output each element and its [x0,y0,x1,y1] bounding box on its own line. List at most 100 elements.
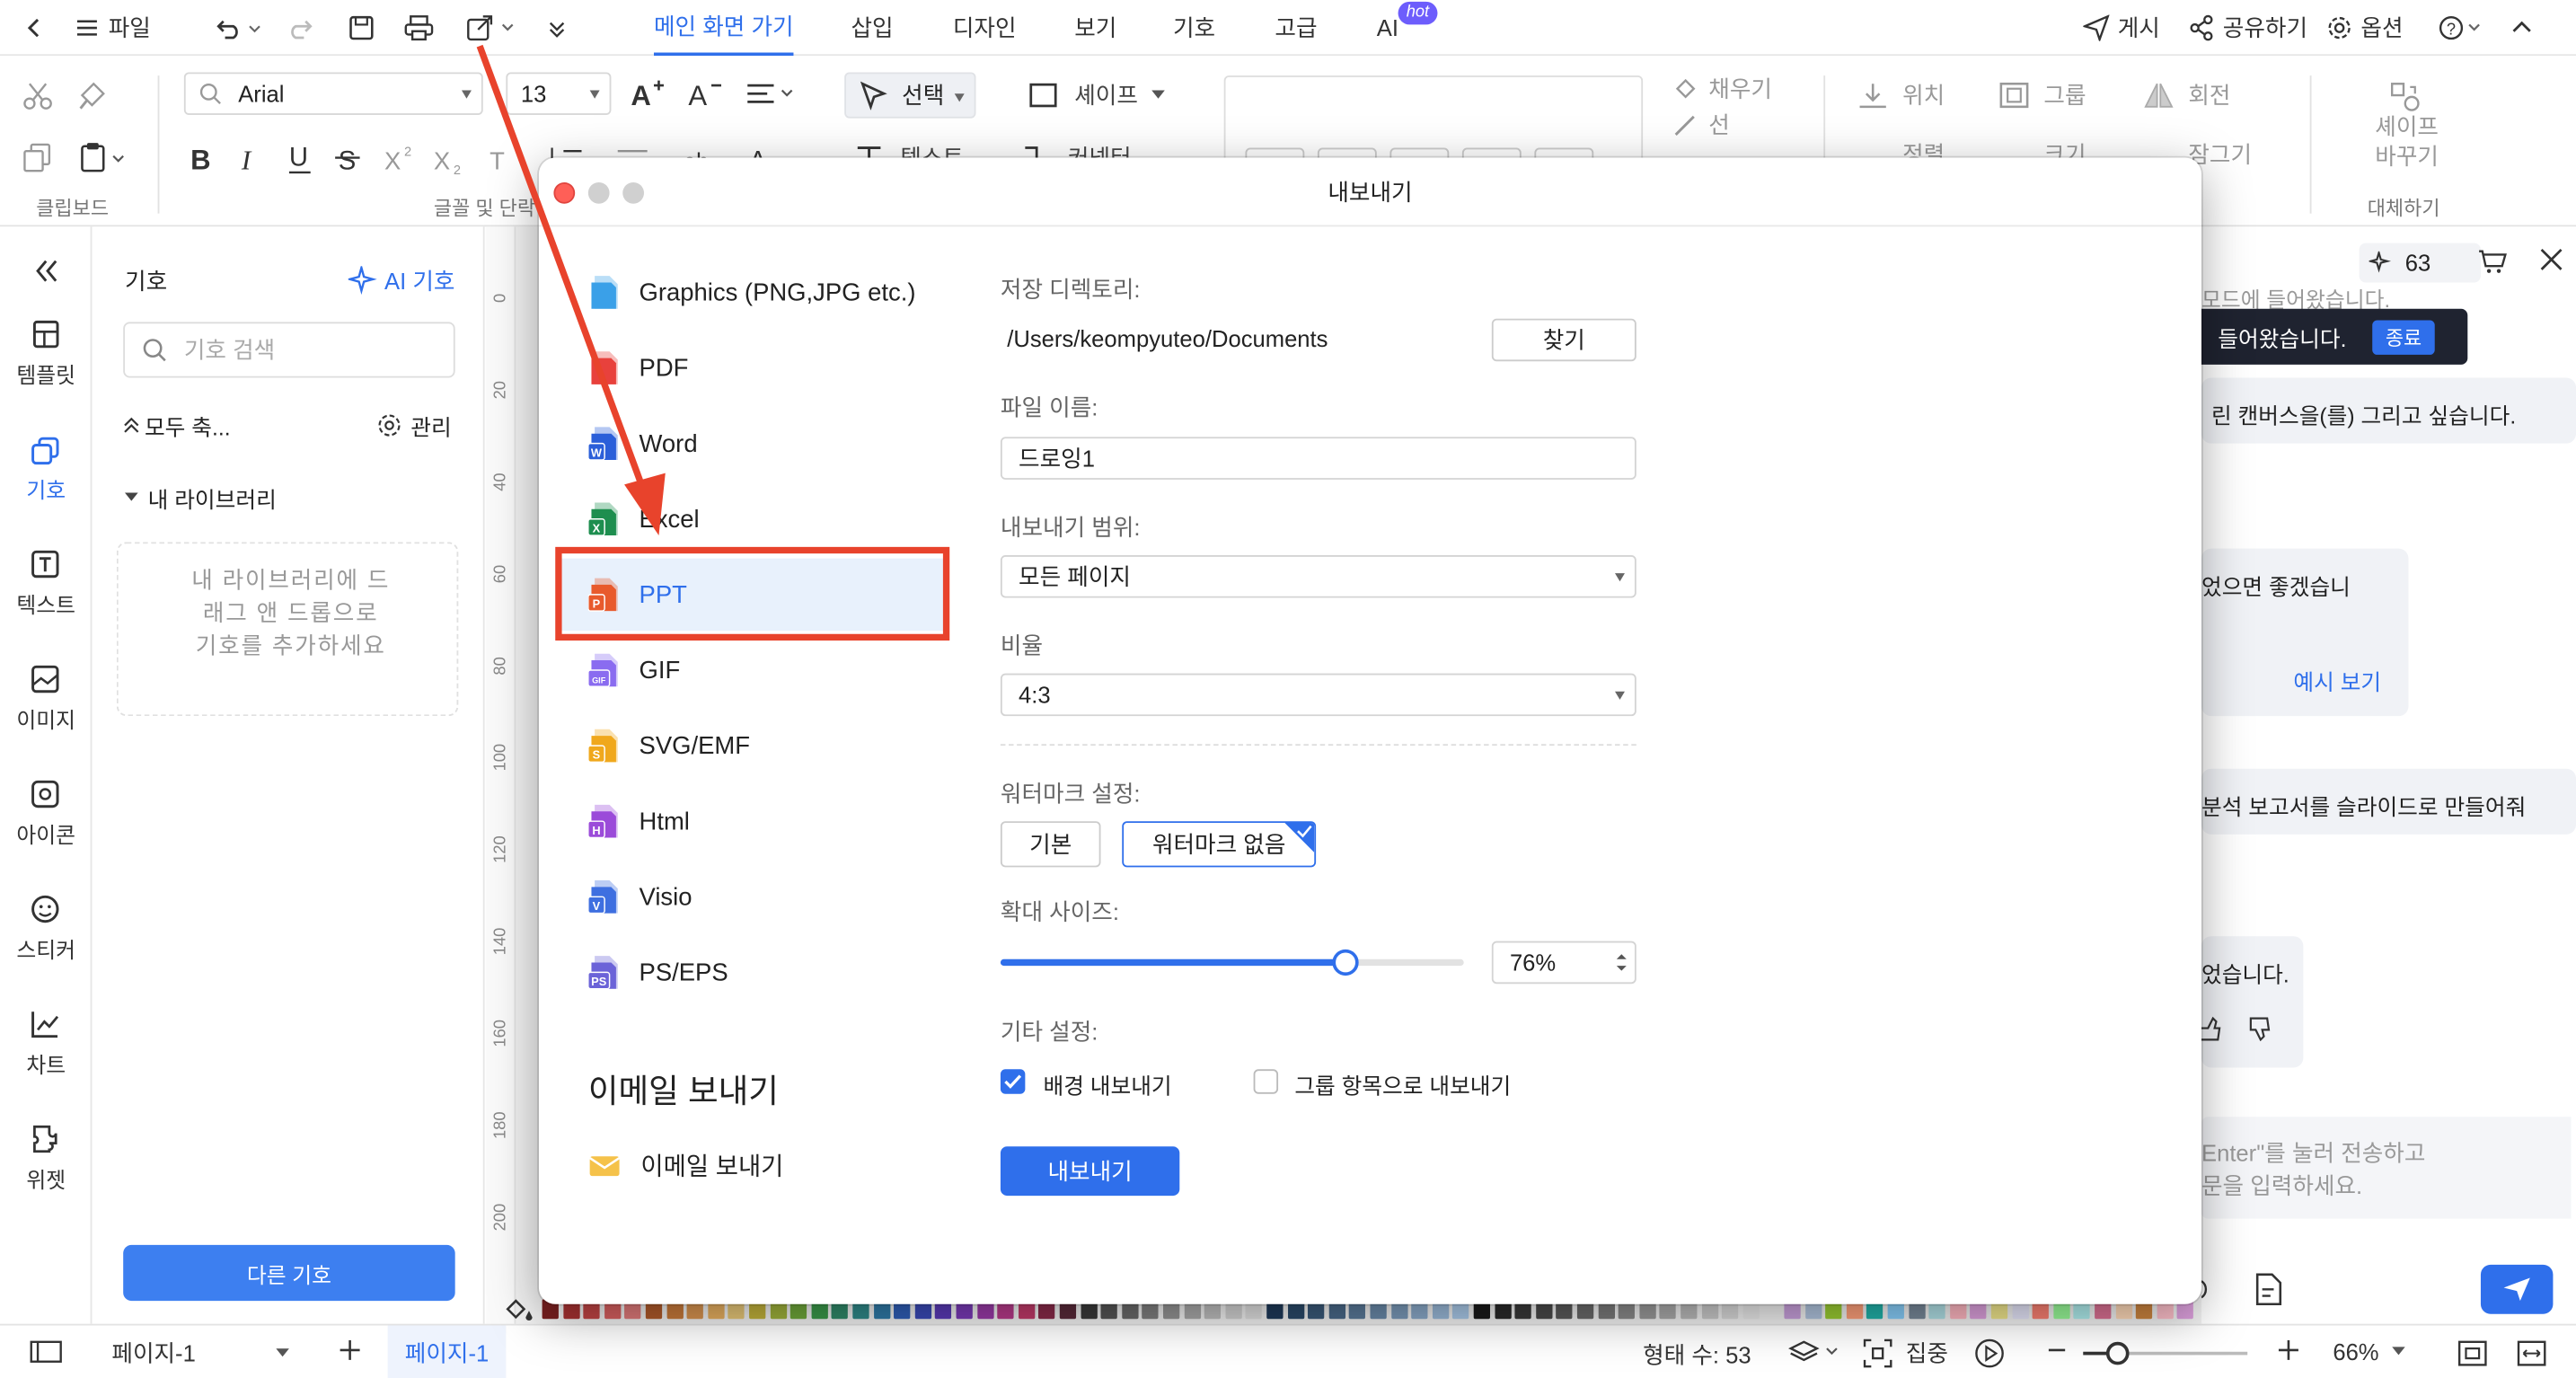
back-icon[interactable] [23,0,47,56]
document-icon[interactable] [2254,1273,2284,1306]
group-export-checkbox[interactable] [1253,1069,1279,1094]
play-icon[interactable] [1975,1338,2005,1368]
layers-icon[interactable] [1787,1338,1840,1365]
line-button[interactable]: 선 [1672,109,1730,142]
shape-tool-button[interactable]: 셰이프 [1028,79,1165,112]
zoom-size-handle[interactable] [1332,949,1359,976]
watermark-default-button[interactable]: 기본 [1000,821,1101,868]
format-item-svg-emf[interactable]: S SVG/EMF [555,710,946,782]
rail-item-widget[interactable]: 위젯 [0,1124,92,1195]
page-tab[interactable]: 페이지-1 [387,1325,507,1378]
ratio-select[interactable]: 4:3 [1000,673,1636,717]
zoom-out-icon[interactable] [2047,1338,2067,1362]
more-icon[interactable] [547,0,567,56]
format-item-word[interactable]: W Word [555,407,946,479]
format-item-ps-eps[interactable]: PS PS/EPS [555,936,946,1008]
filename-input[interactable]: 드로잉1 [1000,437,1636,480]
watermark-none-button[interactable]: 워터마크 없음 [1122,821,1317,868]
tab-5[interactable]: 고급 [1275,0,1317,56]
copy-icon[interactable] [22,141,55,174]
ai-symbol-button[interactable]: AI 기호 [348,264,454,297]
format-item-visio[interactable]: V Visio [555,861,946,932]
add-page-icon[interactable] [339,1338,362,1362]
export-button[interactable]: 내보내기 [1000,1146,1180,1197]
position-button[interactable]: 위치 [1857,79,1945,112]
tab-4[interactable]: 기호 [1173,0,1215,56]
save-icon[interactable] [348,0,375,56]
thumbs-up-icon[interactable] [2201,1015,2221,1041]
font-family-select[interactable]: Arial [183,72,483,115]
cart-icon[interactable] [2477,248,2507,274]
publish-button[interactable]: 게시 [2083,0,2160,56]
format-item-html[interactable]: H Html [555,785,946,857]
exit-mode-button[interactable]: 종료 [2372,320,2435,355]
increase-font-icon[interactable]: A [630,77,666,110]
stepper-icon[interactable] [1615,951,1628,975]
redo-icon[interactable] [289,0,315,56]
tab-1[interactable]: 삽입 [851,0,893,56]
options-button[interactable]: 옵션 [2326,0,2404,56]
rotate-button[interactable]: 회전 [2142,79,2230,112]
font-size-select[interactable]: 13 [506,72,612,115]
fullscreen-icon[interactable] [2517,1338,2546,1368]
print-icon[interactable] [404,0,434,56]
background-export-checkbox[interactable] [1000,1069,1026,1094]
tab-3[interactable]: 보기 [1074,0,1116,56]
tab-6[interactable]: AI [1377,0,1398,56]
collapse-all-button[interactable]: 모두 축... [123,409,231,442]
rail-item-symbol[interactable]: 기호 [0,434,92,505]
rail-item-text[interactable]: 텍스트 [0,549,92,620]
export-icon[interactable] [466,0,519,56]
zoom-select[interactable]: 66% [2333,1338,2405,1365]
more-symbols-button[interactable]: 다른 기호 [123,1244,455,1302]
page-layout-icon[interactable] [30,1340,63,1364]
example-link[interactable]: 예시 보기 [2293,664,2381,697]
symbol-search-input[interactable]: 기호 검색 [123,322,455,378]
send-button[interactable] [2480,1264,2554,1314]
format-item-excel[interactable]: X Excel [555,483,946,555]
page-select[interactable]: 페이지-1 [101,1335,296,1371]
chat-input[interactable]: Enter"를 눌러 전송하고 문을 입력하세요. [2201,1117,2572,1219]
rail-item-image[interactable]: 이미지 [0,664,92,735]
rail-item-chart[interactable]: 차트 [0,1009,92,1080]
fit-page-icon[interactable] [2457,1338,2487,1368]
format-painter-icon[interactable] [77,79,110,112]
manage-button[interactable]: 관리 [376,409,452,442]
browse-button[interactable]: 찾기 [1491,318,1636,362]
rail-item-icon[interactable]: 아이콘 [0,779,92,850]
select-tool-button[interactable]: 선택 [844,72,976,119]
rail-item-template[interactable]: 템플릿 [0,319,92,390]
my-library-toggle[interactable]: 내 라이브러리 [123,481,277,515]
email-export-item[interactable]: 이메일 보내기 [588,1148,783,1182]
fill-button[interactable]: 채우기 [1672,72,1772,105]
zoom-size-slider[interactable] [1000,949,1464,976]
paste-icon[interactable] [79,141,128,174]
replace-shape-icon[interactable] [2389,82,2422,111]
share-button[interactable]: 공유하기 [2188,0,2307,56]
format-item-ppt[interactable]: P PPT [555,558,947,632]
format-item-gif[interactable]: GIF GIF [555,634,946,706]
format-item-pdf[interactable]: PDF [555,331,946,403]
decrease-font-icon[interactable]: A [687,77,723,110]
close-panel-icon[interactable] [2540,248,2563,271]
tab-0[interactable]: 메인 화면 가기 [653,0,794,57]
cut-icon[interactable] [22,82,55,111]
file-menu[interactable]: 파일 [75,0,151,56]
replace-shape-label[interactable]: 셰이프 바꾸기 [2366,111,2448,171]
range-select[interactable]: 모든 페이지 [1000,554,1636,598]
thumbs-down-icon[interactable] [2247,1015,2273,1042]
focus-mode-button[interactable]: 집중 [1863,1337,1948,1370]
format-item-graphics-png-jpg-etc-[interactable]: Graphics (PNG,JPG etc.) [555,256,946,328]
help-icon[interactable]: ? [2438,0,2483,56]
rail-item-sticker[interactable]: 스티커 [0,894,92,965]
zoom-in-icon[interactable] [2277,1338,2300,1362]
fill-color-icon[interactable] [503,1296,536,1322]
paragraph-align-icon[interactable] [745,82,795,105]
library-drop-zone[interactable]: 내 라이브러리에 드래그 앤 드롭으로 기호를 추가하세요 [116,542,459,717]
tab-2[interactable]: 디자인 [953,0,1017,56]
group-button[interactable]: 그룹 [1998,79,2086,112]
zoom-slider-handle[interactable] [2105,1341,2130,1365]
history-icon[interactable] [2201,1277,2211,1301]
undo-icon[interactable] [214,0,263,56]
zoom-size-input[interactable]: 76% [1491,941,1636,985]
